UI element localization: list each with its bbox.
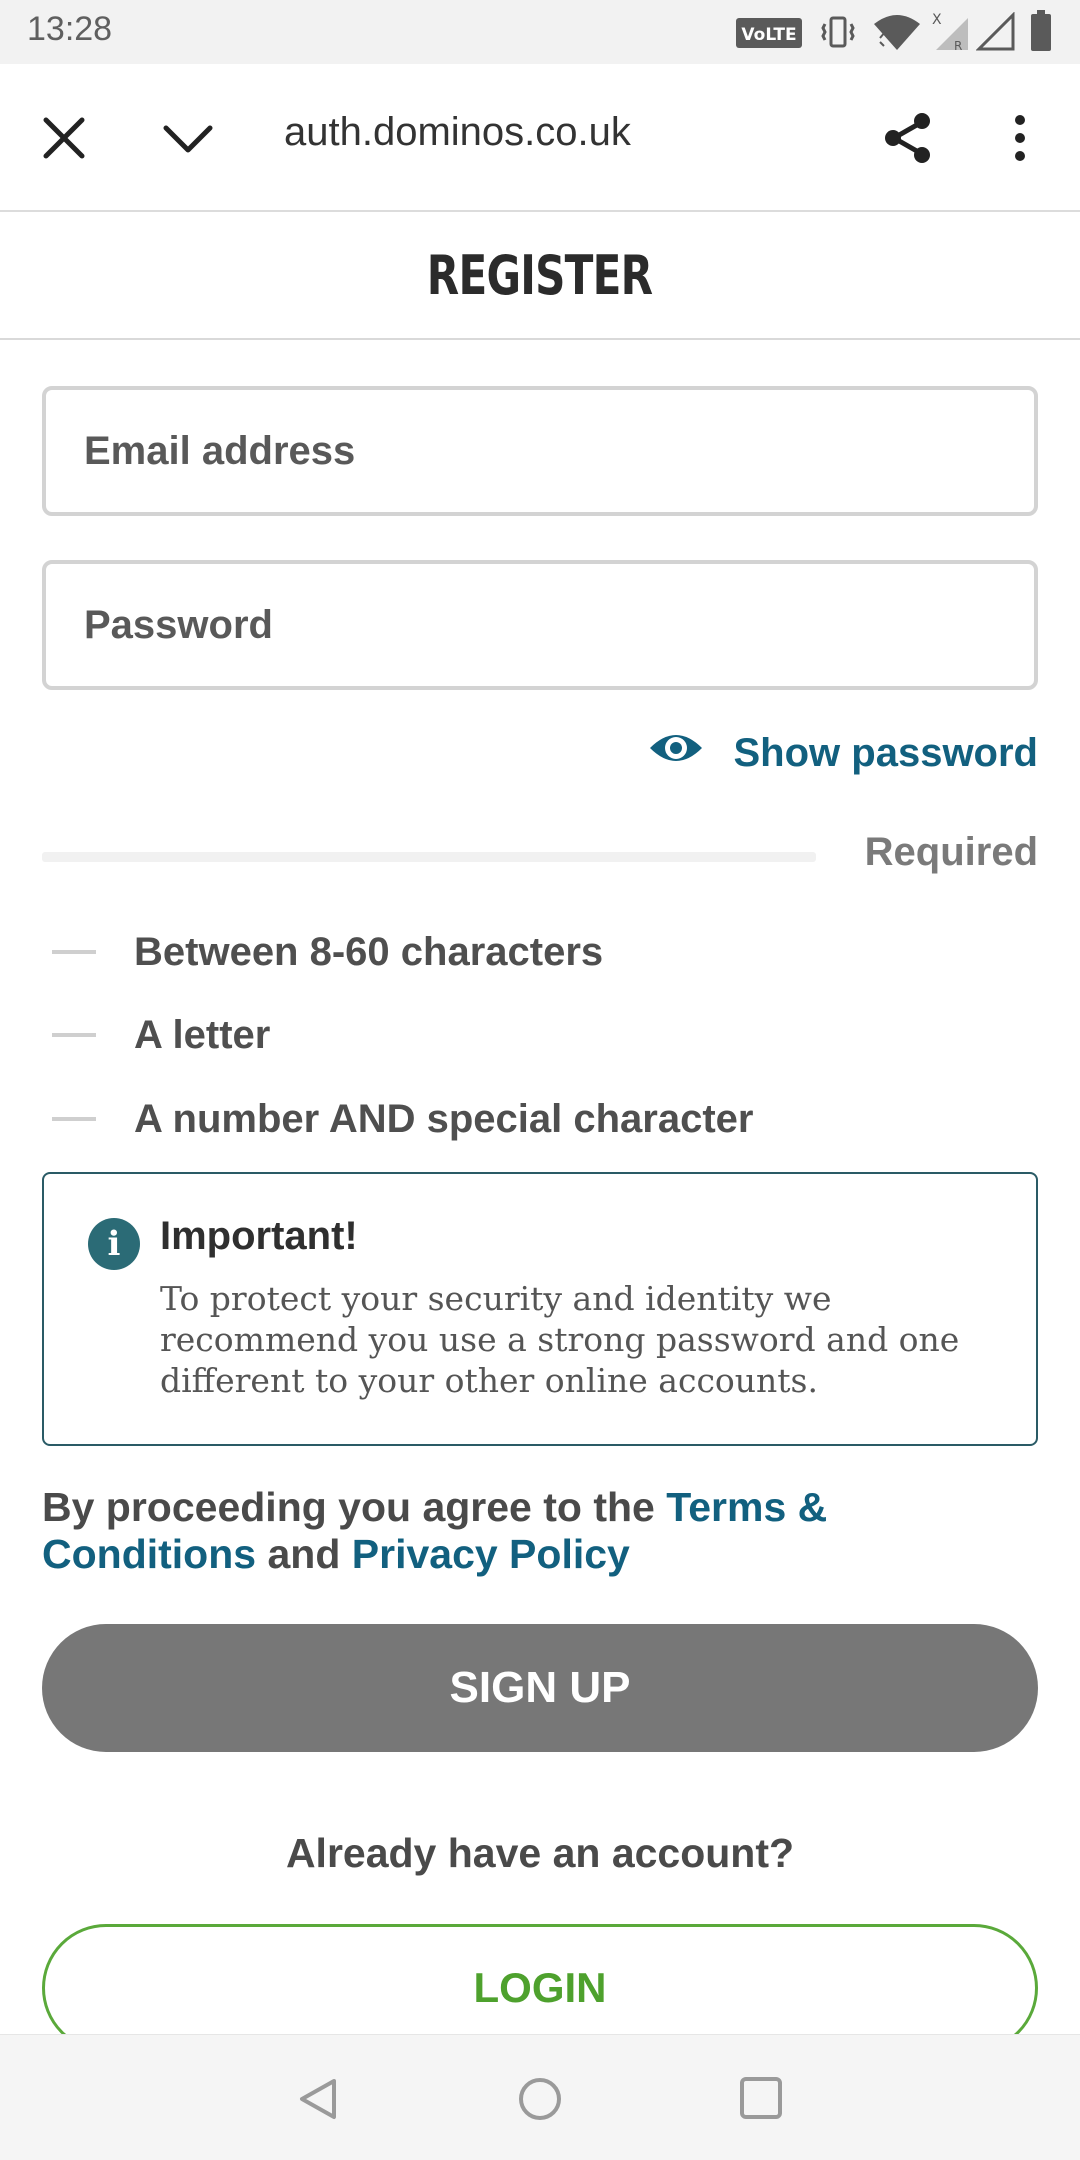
- terms-agreement: By proceeding you agree to the Terms & C…: [42, 1484, 1052, 1578]
- dash-icon: [52, 1033, 96, 1037]
- terms-middle: and: [256, 1531, 352, 1577]
- volte-icon: VoLTE: [736, 18, 802, 53]
- recents-icon[interactable]: [738, 2075, 784, 2126]
- email-field[interactable]: [84, 390, 984, 512]
- have-account-text: Already have an account?: [285, 1830, 795, 1876]
- chevron-down-icon[interactable]: [160, 118, 216, 163]
- sign-up-button[interactable]: SIGN UP: [42, 1624, 1038, 1752]
- url-text[interactable]: auth.dominos.co.uk: [284, 110, 631, 155]
- terms-prefix: By proceeding you agree to the: [42, 1484, 667, 1530]
- requirement-text: A letter: [134, 1012, 271, 1057]
- signal-roaming-icon: X R: [928, 10, 970, 57]
- eye-icon: [648, 728, 704, 778]
- status-bar: 13:28 VoLTE X R: [0, 0, 1080, 64]
- more-vert-icon[interactable]: [1010, 114, 1030, 167]
- requirement-item: Between 8-60 characters: [52, 922, 603, 982]
- requirement-text: A number AND special character: [134, 1096, 754, 1141]
- privacy-link[interactable]: Privacy Policy: [352, 1531, 630, 1577]
- system-nav-bar: [0, 2034, 1080, 2160]
- svg-text:VoLTE: VoLTE: [741, 25, 796, 45]
- email-field-container: [42, 386, 1038, 516]
- vibrate-icon: [820, 14, 856, 55]
- dash-icon: [52, 950, 96, 954]
- important-text: To protect your security and identity we…: [160, 1279, 960, 1400]
- close-icon[interactable]: [40, 114, 88, 167]
- password-field[interactable]: [84, 564, 984, 686]
- important-notice: i Important! To protect your security an…: [42, 1172, 1038, 1446]
- password-field-container: [42, 560, 1038, 690]
- requirement-item: A letter: [52, 1005, 270, 1065]
- dash-icon: [52, 1117, 96, 1121]
- password-strength-label: Required: [864, 830, 1038, 874]
- back-icon[interactable]: [296, 2075, 340, 2128]
- home-icon[interactable]: [516, 2075, 564, 2128]
- wifi-icon: [872, 12, 922, 57]
- show-password-button[interactable]: Show password: [648, 718, 1039, 788]
- info-icon: i: [88, 1218, 140, 1270]
- important-title: Important!: [160, 1214, 358, 1258]
- requirement-item: A number AND special character: [52, 1089, 753, 1149]
- share-icon[interactable]: [880, 110, 936, 171]
- login-button[interactable]: LOGIN: [42, 1924, 1038, 2052]
- battery-icon: [1030, 10, 1052, 57]
- status-time: 13:28: [27, 10, 113, 48]
- browser-toolbar: auth.dominos.co.uk: [0, 64, 1080, 212]
- page-title-text: REGISTER: [427, 243, 653, 307]
- show-password-label: Show password: [733, 730, 1039, 775]
- signal-icon: [975, 11, 1016, 57]
- page-title: REGISTER: [0, 212, 1080, 340]
- svg-text:X: X: [932, 12, 942, 28]
- svg-text:R: R: [954, 39, 962, 52]
- password-strength-bar: [42, 852, 816, 862]
- requirement-text: Between 8-60 characters: [134, 929, 604, 974]
